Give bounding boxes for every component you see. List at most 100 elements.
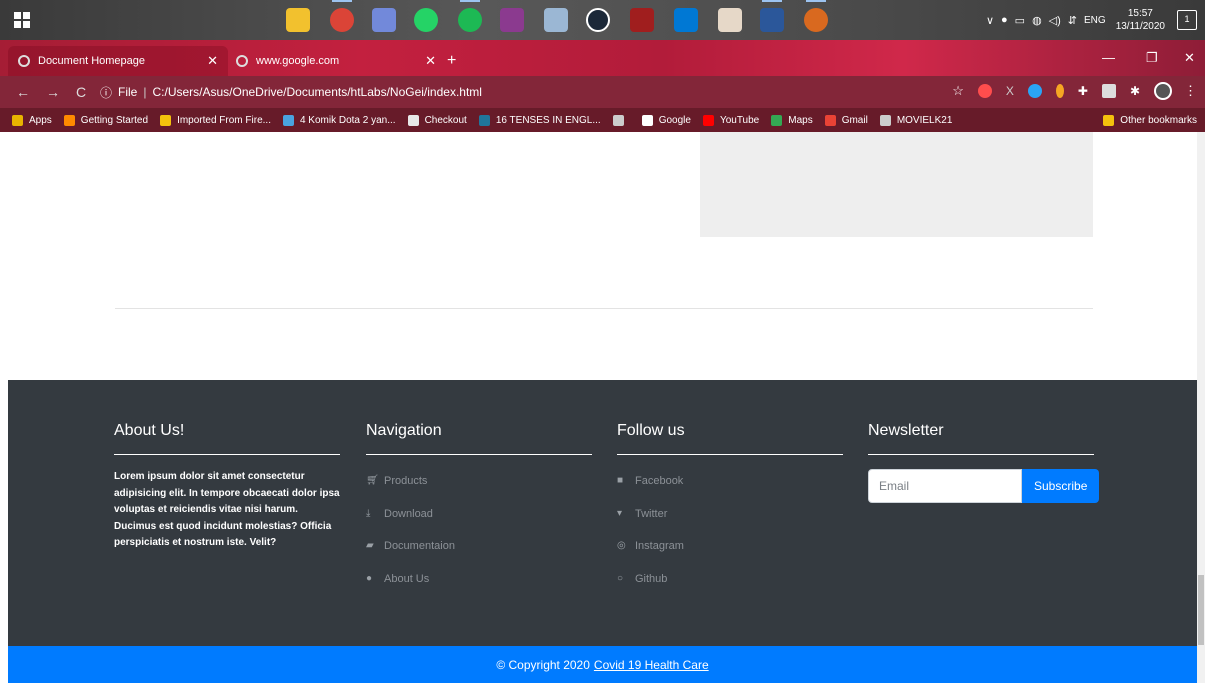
bookmark-label: Maps xyxy=(788,114,813,126)
wifi-icon[interactable]: ◍ xyxy=(1032,14,1042,27)
clock-date: 13/11/2020 xyxy=(1115,21,1165,32)
network-app-icon[interactable]: ● xyxy=(1001,14,1008,26)
bookmark-item[interactable]: Apps xyxy=(12,114,52,126)
steam-icon[interactable] xyxy=(586,8,610,32)
bookmark-item[interactable]: 4 Komik Dota 2 yan... xyxy=(282,114,396,126)
footer-link-facebook[interactable]: ■ Facebook xyxy=(617,475,843,508)
footer-follow: Follow us ■ Facebook ▾ Twitter ◎ Instagram … xyxy=(617,422,843,605)
dota-icon[interactable] xyxy=(630,8,654,32)
chevron-up-icon[interactable]: ∨ xyxy=(986,14,994,27)
maps-icon xyxy=(771,114,783,126)
close-icon[interactable]: ✕ xyxy=(207,53,218,69)
anime-app-icon[interactable] xyxy=(718,8,742,32)
footer-link-twitter[interactable]: ▾ Twitter xyxy=(617,508,843,541)
footer-link-instagram[interactable]: ◎ Instagram xyxy=(617,540,843,573)
extensions-area: ☆ X ✚ ✱ ⋮ xyxy=(952,82,1197,100)
extension-icon[interactable]: ✚ xyxy=(1078,84,1088,98)
winrar-icon[interactable] xyxy=(500,8,524,32)
folder-icon xyxy=(160,114,172,126)
tab-label: Document Homepage xyxy=(38,55,146,67)
forward-icon[interactable]: → xyxy=(46,84,60,100)
extension-icon[interactable]: X xyxy=(1006,84,1014,98)
windows-start-icon[interactable] xyxy=(14,12,30,28)
close-icon[interactable]: ✕ xyxy=(425,53,436,69)
bookmark-item[interactable]: Getting Started xyxy=(63,114,148,126)
footer-link-github[interactable]: ○ Github xyxy=(617,573,843,606)
bookmark-star-icon[interactable]: ☆ xyxy=(952,83,964,99)
bookmark-label: Imported From Fire... xyxy=(177,114,271,126)
clock[interactable]: 15:57 13/11/2020 xyxy=(1116,7,1165,33)
tab-label: www.google.com xyxy=(256,55,340,67)
footer-link-products[interactable]: 🛒︎ Products xyxy=(366,475,592,508)
bookmark-item[interactable]: YouTube xyxy=(702,114,760,126)
language-indicator[interactable]: ENG xyxy=(1084,15,1106,26)
globe-icon xyxy=(18,55,30,67)
google-icon xyxy=(641,114,653,126)
footer-navigation: Navigation 🛒︎ Products ⤓ Download ▰ Documen… xyxy=(366,422,592,605)
bookmark-item[interactable]: 16 TENSES IN ENGL... xyxy=(478,114,601,126)
bookmark-item[interactable] xyxy=(612,114,630,126)
puzzle-icon[interactable]: ✱ xyxy=(1130,84,1140,98)
back-icon[interactable]: ← xyxy=(16,84,30,100)
info-icon[interactable]: ⓘ xyxy=(100,84,112,101)
minimize-icon[interactable]: — xyxy=(1102,50,1115,65)
tab-google[interactable]: www.google.com ✕ xyxy=(226,46,446,76)
bookmark-label: YouTube xyxy=(719,114,760,126)
site-icon xyxy=(407,114,419,126)
extension-icon[interactable] xyxy=(1055,84,1064,98)
extension-icon[interactable] xyxy=(1101,84,1116,98)
footer-newsletter-title: Newsletter xyxy=(868,422,1094,455)
bookmark-item[interactable]: Maps xyxy=(771,114,813,126)
close-window-icon[interactable]: ✕ xyxy=(1184,50,1195,66)
paint-icon[interactable] xyxy=(544,8,568,32)
notification-center-icon[interactable]: 1 xyxy=(1177,10,1197,30)
github-icon: ○ xyxy=(617,572,624,584)
subscribe-button[interactable]: Subscribe xyxy=(1022,469,1100,503)
vscode-icon[interactable] xyxy=(674,8,698,32)
bookmark-item[interactable]: Google xyxy=(641,114,691,126)
footer-link-label: Documentaion xyxy=(384,540,455,552)
email-field[interactable] xyxy=(868,469,1022,503)
extension-icon[interactable] xyxy=(1027,84,1042,98)
menu-icon[interactable]: ⋮ xyxy=(1184,83,1197,99)
footer-link-label: Products xyxy=(384,475,428,487)
reload-icon[interactable]: C xyxy=(76,84,86,100)
file-explorer-icon[interactable] xyxy=(286,8,310,32)
bookmark-item[interactable]: MOVIELK21 xyxy=(879,114,952,126)
footer-link-label: Facebook xyxy=(635,475,684,487)
word-icon[interactable] xyxy=(760,0,784,32)
footer-follow-title: Follow us xyxy=(617,422,843,455)
section-divider xyxy=(115,308,1093,309)
other-bookmarks[interactable]: Other bookmarks xyxy=(1103,108,1197,132)
spotify-icon[interactable] xyxy=(458,0,482,32)
media-player-icon[interactable] xyxy=(804,0,828,32)
profile-avatar[interactable] xyxy=(1154,82,1172,100)
address-bar[interactable]: ⓘ File | C:/Users/Asus/OneDrive/Document… xyxy=(100,80,960,104)
footer-about-text: Lorem ipsum dolor sit amet consectetur a… xyxy=(114,471,340,548)
url-text[interactable]: C:/Users/Asus/OneDrive/Documents/htLabs/… xyxy=(152,85,481,99)
twitter-icon: ▾ xyxy=(617,507,623,519)
footer-link-documentation[interactable]: ▰ Documentaion xyxy=(366,540,592,573)
chrome-icon[interactable] xyxy=(330,0,354,32)
bookmark-item[interactable]: Imported From Fire... xyxy=(160,114,271,126)
footer-navigation-list: 🛒︎ Products ⤓ Download ▰ Documentaion ● Abou… xyxy=(366,475,592,605)
bookmark-item[interactable]: Gmail xyxy=(824,114,868,126)
notification-count: 1 xyxy=(1184,14,1190,24)
book-icon: ▰ xyxy=(366,540,374,551)
input-method-icon[interactable]: ⇵ xyxy=(1068,14,1077,27)
bookmark-item[interactable]: Checkout xyxy=(407,114,467,126)
battery-icon[interactable]: ▭ xyxy=(1015,14,1025,27)
volume-icon[interactable]: ◁) xyxy=(1049,14,1061,27)
new-tab-button[interactable]: + xyxy=(447,52,456,70)
footer-link-about-us[interactable]: ● About Us xyxy=(366,573,592,606)
extension-icon[interactable] xyxy=(977,84,992,98)
bookmark-label: Other bookmarks xyxy=(1120,114,1197,126)
scrollbar-thumb[interactable] xyxy=(1198,575,1204,645)
discord-icon[interactable] xyxy=(372,8,396,32)
info-icon: ● xyxy=(366,572,373,584)
tab-document-homepage[interactable]: Document Homepage ✕ xyxy=(8,46,228,76)
whatsapp-icon[interactable] xyxy=(414,8,438,32)
footer-link-download[interactable]: ⤓ Download xyxy=(366,508,592,541)
restore-icon[interactable]: ❐ xyxy=(1146,50,1158,66)
copyright-link[interactable]: Covid 19 Health Care xyxy=(594,658,709,672)
